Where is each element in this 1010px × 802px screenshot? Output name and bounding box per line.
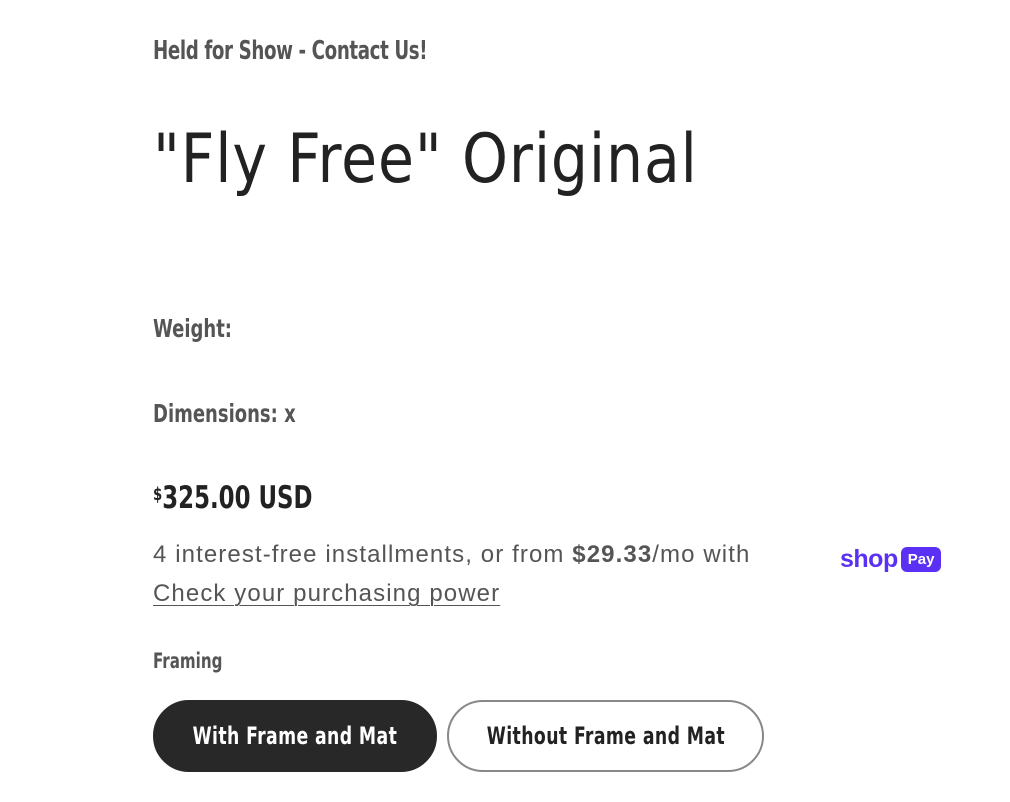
installments-text: 4 interest-free installments, or from $2…	[153, 541, 750, 569]
framing-option-label-text: Without Frame and Mat	[486, 722, 725, 750]
shop-pay-wordmark: shop	[840, 545, 898, 573]
installments-suffix: /mo with	[652, 541, 751, 568]
product-title: "Fly Free" Original	[153, 120, 698, 199]
check-purchasing-power-link[interactable]: Check your purchasing power	[153, 580, 500, 608]
product-price: $325.00 USD	[153, 480, 312, 516]
installments-monthly-amount: $29.33	[572, 541, 653, 568]
framing-option-label-text: With Frame and Mat	[192, 722, 398, 750]
shop-pay-logo: shop Pay	[840, 544, 942, 574]
product-info-panel: Held for Show - Contact Us! "Fly Free" O…	[0, 0, 1010, 802]
framing-option-without-frame-and-mat[interactable]: Without Frame and Mat	[447, 700, 764, 772]
weight-label: Weight:	[153, 314, 233, 343]
availability-note: Held for Show - Contact Us!	[153, 36, 428, 66]
price-amount: 325.00 USD	[162, 480, 313, 516]
framing-option-label: Framing	[153, 649, 223, 673]
shop-pay-badge: Pay	[900, 546, 942, 572]
installments-prefix: 4 interest-free installments, or from	[153, 541, 573, 568]
currency-symbol: $	[153, 484, 163, 505]
dimensions-label: Dimensions: x	[153, 399, 296, 428]
framing-option-with-frame-and-mat[interactable]: With Frame and Mat	[153, 700, 437, 772]
